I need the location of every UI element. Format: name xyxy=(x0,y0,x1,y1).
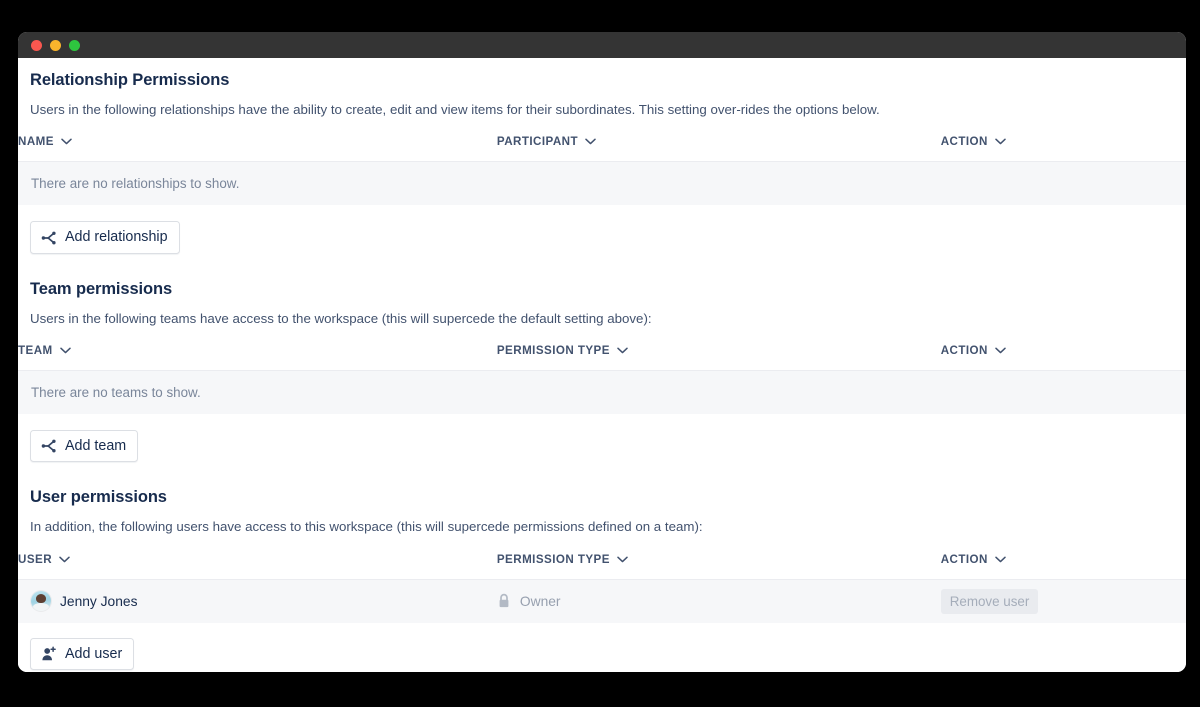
column-header-user[interactable]: USER xyxy=(18,553,497,580)
add-team-row: Add team xyxy=(18,430,1186,463)
table-row: Jenny Jones Owner Remove user xyxy=(18,578,1186,623)
empty-state-text: There are no relationships to show. xyxy=(18,161,1186,207)
column-header-label: ACTION xyxy=(940,552,988,566)
branch-icon xyxy=(41,438,57,454)
user-name: Jenny Jones xyxy=(60,593,138,609)
column-header-permission-type[interactable]: PERMISSION TYPE xyxy=(497,553,941,580)
column-header-participant[interactable]: PARTICIPANT xyxy=(497,135,941,162)
add-user-button[interactable]: Add user xyxy=(30,637,135,671)
page-title: Relationship Permissions xyxy=(30,71,230,89)
close-window-button[interactable] xyxy=(31,39,42,51)
add-user-label: Add user xyxy=(65,645,123,662)
zoom-window-button[interactable] xyxy=(69,39,80,51)
users-table: USER PERMISSION TYPE ACTION Jenny Jones … xyxy=(18,553,1186,623)
remove-user-button[interactable]: Remove user xyxy=(940,588,1039,614)
permission-type-cell: Owner xyxy=(496,578,941,623)
settings-content: Relationship Permissions Users in the fo… xyxy=(18,58,1186,672)
column-header-action[interactable]: ACTION xyxy=(941,135,1186,162)
app-window: Relationship Permissions Users in the fo… xyxy=(18,32,1186,672)
column-header-label: USER xyxy=(18,552,53,566)
table-empty-row: There are no relationships to show. xyxy=(18,161,1186,207)
column-header-action[interactable]: ACTION xyxy=(941,553,1186,580)
column-header-permission-type[interactable]: PERMISSION TYPE xyxy=(497,344,941,371)
column-header-label: NAME xyxy=(18,135,54,149)
table-header-row: TEAM PERMISSION TYPE ACTION xyxy=(18,344,1186,371)
section-user-permissions: User permissions In addition, the follow… xyxy=(18,488,1186,535)
add-team-button[interactable]: Add team xyxy=(30,430,139,463)
section-team-permissions: Team permissions Users in the following … xyxy=(18,280,1186,327)
chevron-down-icon xyxy=(61,138,72,145)
column-header-label: PERMISSION TYPE xyxy=(496,552,610,566)
branch-icon xyxy=(41,230,57,246)
lock-icon xyxy=(497,593,511,609)
chevron-down-icon xyxy=(995,347,1006,354)
chevron-down-icon xyxy=(59,556,70,563)
column-header-name[interactable]: NAME xyxy=(18,135,497,162)
chevron-down-icon xyxy=(617,556,628,563)
section-description: Users in the following relationships hav… xyxy=(30,102,880,117)
table-header-row: NAME PARTICIPANT ACTION xyxy=(18,135,1186,162)
section-title-user: User permissions xyxy=(30,488,167,507)
add-user-row: Add user xyxy=(18,637,1186,671)
column-header-label: TEAM xyxy=(18,344,53,357)
section-description: In addition, the following users have ac… xyxy=(30,519,703,535)
add-user-icon xyxy=(41,646,57,662)
avatar xyxy=(31,591,51,612)
chevron-down-icon xyxy=(617,347,628,354)
column-header-label: ACTION xyxy=(940,135,988,149)
column-header-label: PARTICIPANT xyxy=(496,135,579,149)
section-relationship-permissions: Relationship Permissions Users in the fo… xyxy=(18,71,1186,118)
column-header-label: ACTION xyxy=(940,344,988,357)
relationships-table: NAME PARTICIPANT ACTION There are no rel… xyxy=(18,135,1186,207)
table-header-row: USER PERMISSION TYPE ACTION xyxy=(18,553,1186,580)
empty-state-text: There are no teams to show. xyxy=(18,370,1186,415)
user-cell: Jenny Jones xyxy=(18,578,497,623)
column-header-label: PERMISSION TYPE xyxy=(496,344,610,357)
chevron-down-icon xyxy=(59,347,71,354)
add-relationship-label: Add relationship xyxy=(65,229,168,246)
table-empty-row: There are no teams to show. xyxy=(18,370,1186,415)
column-header-action[interactable]: ACTION xyxy=(941,344,1186,371)
window-titlebar xyxy=(18,32,1186,58)
add-team-label: Add team xyxy=(65,438,127,454)
minimize-window-button[interactable] xyxy=(50,39,61,51)
add-relationship-row: Add relationship xyxy=(18,221,1186,254)
column-header-team[interactable]: TEAM xyxy=(18,344,497,371)
chevron-down-icon xyxy=(995,556,1006,563)
add-relationship-button[interactable]: Add relationship xyxy=(30,221,180,254)
chevron-down-icon xyxy=(995,138,1006,145)
section-title-team: Team permissions xyxy=(30,279,173,298)
teams-table: TEAM PERMISSION TYPE ACTION There are no… xyxy=(18,344,1186,415)
permission-type-value: Owner xyxy=(519,593,561,609)
chevron-down-icon xyxy=(585,138,596,145)
action-cell: Remove user xyxy=(940,578,1186,623)
section-description: Users in the following teams have access… xyxy=(30,310,652,326)
